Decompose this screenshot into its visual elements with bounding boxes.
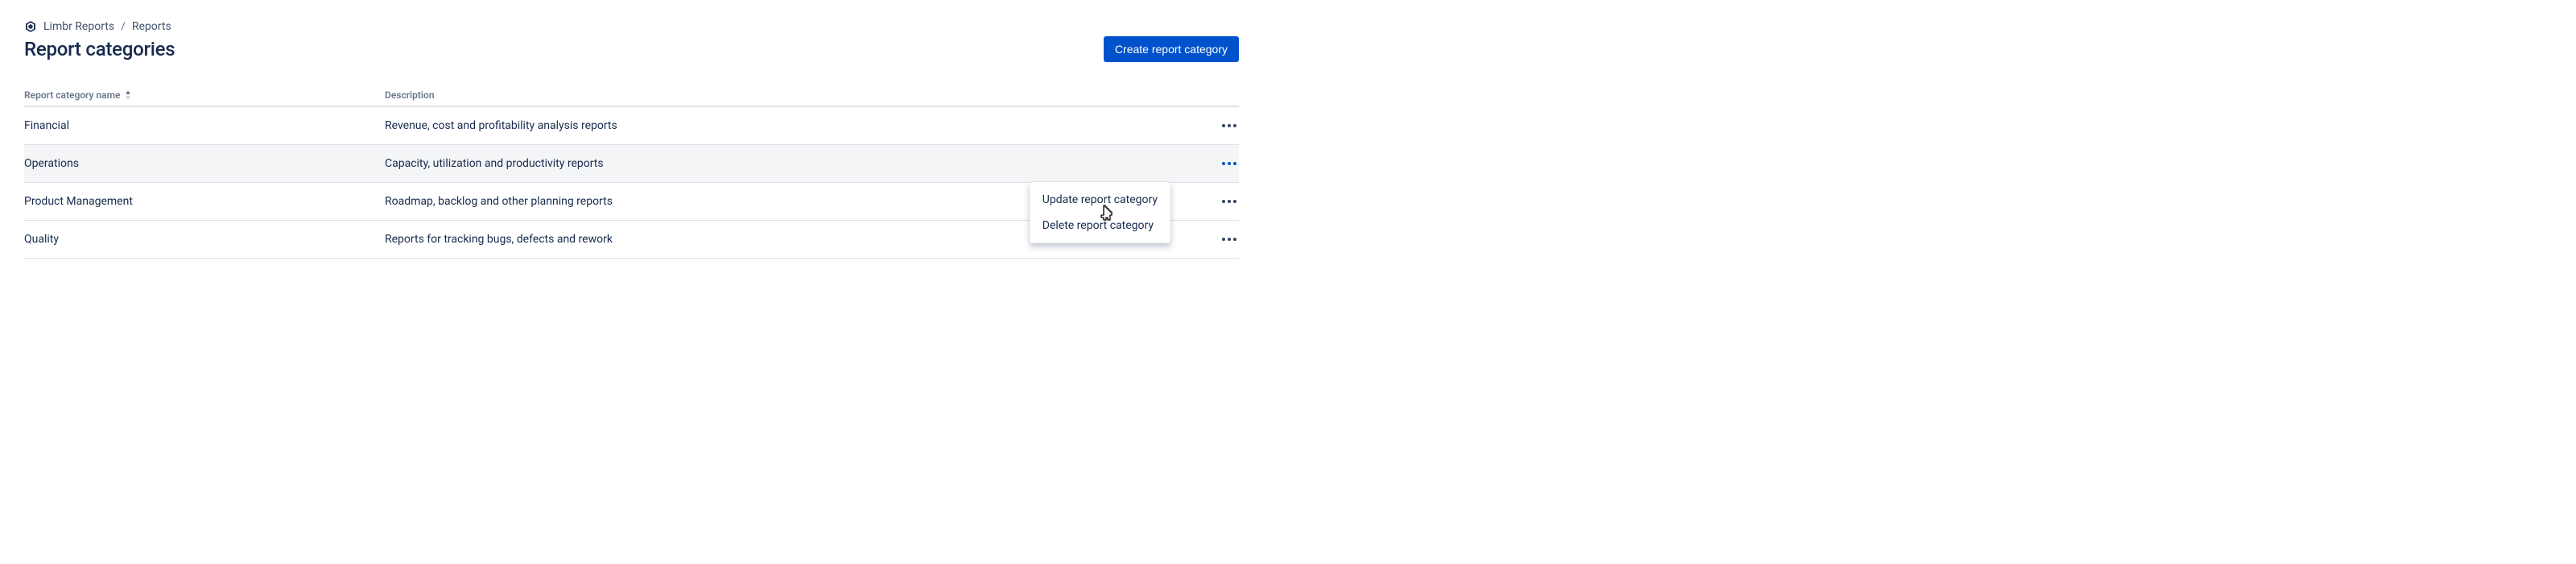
header-row: Report categories Create report category — [24, 36, 1239, 62]
more-actions-icon[interactable] — [1220, 116, 1239, 135]
row-actions-dropdown: Update report category Delete report cat… — [1030, 182, 1170, 243]
cell-name: Product Management — [24, 183, 385, 221]
more-actions-icon[interactable] — [1220, 154, 1239, 173]
breadcrumb-app-link[interactable]: Limbr Reports — [43, 20, 114, 33]
table-row: Financial Revenue, cost and profitabilit… — [24, 106, 1239, 145]
update-report-category-item[interactable]: Update report category — [1030, 187, 1170, 213]
page-container: Limbr Reports / Reports Report categorie… — [0, 0, 1263, 279]
table-row: Operations Capacity, utilization and pro… — [24, 145, 1239, 183]
column-header-description[interactable]: Description — [385, 85, 1191, 106]
create-report-category-button[interactable]: Create report category — [1104, 36, 1239, 62]
breadcrumb-separator: / — [121, 20, 126, 33]
more-actions-icon[interactable] — [1220, 230, 1239, 249]
breadcrumb: Limbr Reports / Reports — [24, 20, 1239, 33]
cell-name: Financial — [24, 106, 385, 145]
sort-icon — [125, 91, 131, 99]
breadcrumb-section-link[interactable]: Reports — [132, 20, 171, 33]
column-header-actions — [1191, 85, 1239, 106]
column-header-description-label: Description — [385, 89, 435, 101]
delete-report-category-item[interactable]: Delete report category — [1030, 213, 1170, 238]
cell-name: Quality — [24, 221, 385, 259]
cell-name: Operations — [24, 145, 385, 183]
cell-description: Capacity, utilization and productivity r… — [385, 145, 1191, 183]
app-icon — [24, 20, 37, 33]
column-header-name-label: Report category name — [24, 89, 120, 101]
more-actions-icon[interactable] — [1220, 192, 1239, 211]
cell-description: Revenue, cost and profitability analysis… — [385, 106, 1191, 145]
column-header-name[interactable]: Report category name — [24, 85, 385, 106]
page-title: Report categories — [24, 38, 175, 60]
